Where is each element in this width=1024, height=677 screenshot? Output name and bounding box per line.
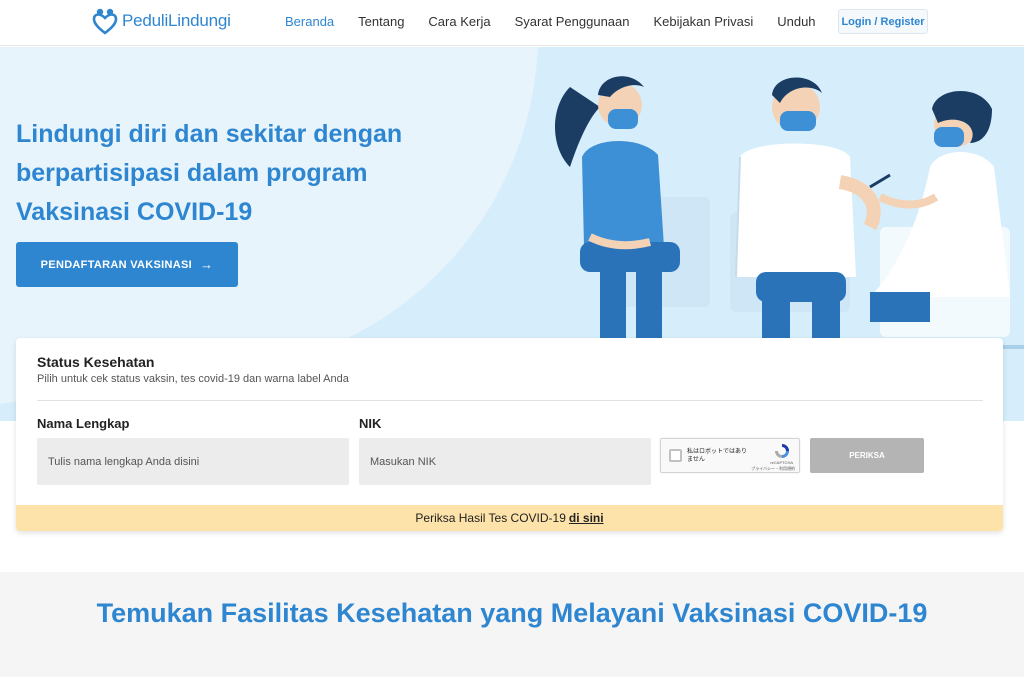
- nik-label: NIK: [359, 416, 382, 431]
- vaccination-registration-button[interactable]: PENDAFTARAN VAKSINASI →: [16, 242, 238, 287]
- recaptcha-brand: reCAPTCHA: [770, 460, 793, 465]
- test-result-link[interactable]: di sini: [569, 511, 604, 525]
- check-button[interactable]: PERIKSA: [810, 438, 924, 473]
- nav-link-unduh[interactable]: Unduh: [777, 14, 815, 29]
- nav-links: Beranda Tentang Cara Kerja Syarat Penggu…: [285, 14, 840, 29]
- nav-link-cara-kerja[interactable]: Cara Kerja: [428, 14, 490, 29]
- full-name-label: Nama Lengkap: [37, 416, 130, 431]
- recaptcha-logo-icon: [775, 444, 789, 458]
- brand-name: PeduliLindungi: [122, 11, 231, 30]
- login-register-button[interactable]: Login / Register: [838, 9, 928, 34]
- card-divider: [37, 400, 983, 401]
- peduli-lindungi-logo-icon: [92, 8, 118, 35]
- facilities-section: Temukan Fasilitas Kesehatan yang Melayan…: [0, 572, 1024, 677]
- nav-link-tentang[interactable]: Tentang: [358, 14, 404, 29]
- health-status-subtitle: Pilih untuk cek status vaksin, tes covid…: [37, 373, 349, 385]
- hero-title: Lindungi diri dan sekitar dengan berpart…: [16, 120, 403, 226]
- full-name-input[interactable]: [37, 438, 349, 485]
- nik-input[interactable]: [359, 438, 651, 485]
- test-result-banner: Periksa Hasil Tes COVID-19 di sini: [16, 505, 1003, 531]
- health-status-title: Status Kesehatan: [37, 354, 155, 370]
- recaptcha-checkbox[interactable]: [669, 449, 682, 462]
- recaptcha-widget: 私はロボットではありません reCAPTCHA プライバシー・利用規約: [660, 438, 800, 473]
- brand-logo[interactable]: PeduliLindungi: [92, 7, 231, 35]
- health-status-card: Status Kesehatan Pilih untuk cek status …: [16, 338, 1003, 531]
- nav-link-kebijakan-privasi[interactable]: Kebijakan Privasi: [654, 14, 754, 29]
- nav-link-beranda[interactable]: Beranda: [285, 14, 334, 29]
- vaccination-registration-label: PENDAFTARAN VAKSINASI: [40, 258, 193, 271]
- facilities-title: Temukan Fasilitas Kesehatan yang Melayan…: [96, 598, 928, 628]
- top-navbar: PeduliLindungi Beranda Tentang Cara Kerj…: [0, 0, 1024, 46]
- recaptcha-links[interactable]: プライバシー・利用規約: [751, 466, 795, 472]
- nav-link-syarat-penggunaan[interactable]: Syarat Penggunaan: [515, 14, 630, 29]
- arrow-right-icon: →: [200, 257, 214, 272]
- recaptcha-label: 私はロボットではありません: [687, 449, 748, 463]
- test-result-text: Periksa Hasil Tes COVID-19: [415, 511, 566, 525]
